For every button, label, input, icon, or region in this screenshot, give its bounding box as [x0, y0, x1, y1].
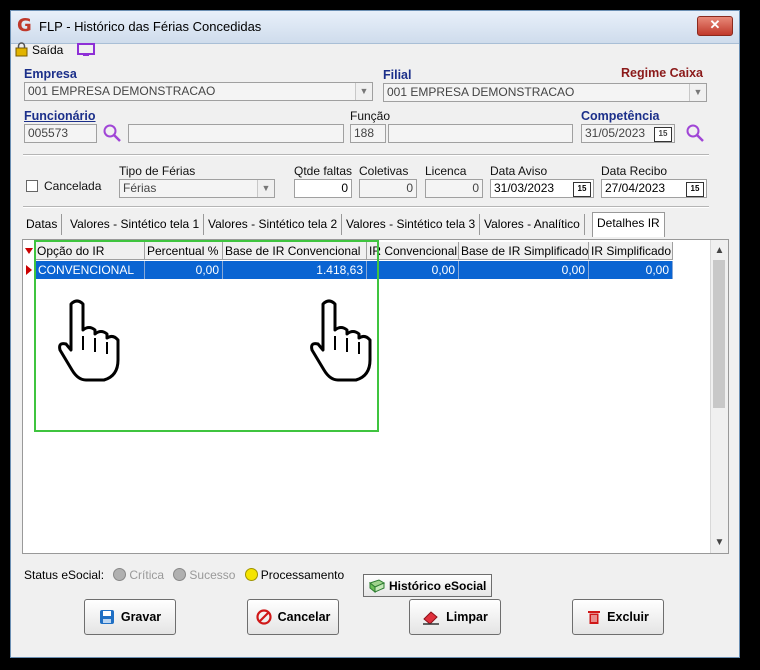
exit-button[interactable]: Saída	[15, 42, 63, 57]
cancelada-checkbox[interactable]	[26, 180, 38, 192]
funcionario-label: Funcionário	[24, 109, 96, 123]
empresa-label: Empresa	[24, 67, 77, 81]
tipo-ferias-label: Tipo de Férias	[119, 164, 196, 178]
funcao-name-field	[388, 124, 573, 143]
tipo-ferias-select[interactable]: Férias ▼	[119, 179, 275, 198]
qtde-faltas-input[interactable]: 0	[294, 179, 352, 198]
divider	[23, 206, 709, 208]
column-header-base-simpl[interactable]: Base de IR Simplificado	[459, 242, 589, 260]
status-label: Status eSocial:	[24, 568, 105, 582]
data-aviso-input[interactable]: 31/03/2023 15	[490, 179, 594, 198]
trash-icon	[588, 611, 601, 624]
save-label: Gravar	[120, 610, 162, 624]
calendar-icon[interactable]: 15	[654, 127, 672, 142]
exit-label: Saída	[32, 42, 64, 57]
cancel-icon	[255, 609, 272, 625]
chevron-up-icon[interactable]: ▲	[711, 242, 728, 259]
status-processamento: Processamento	[260, 568, 345, 582]
historico-esocial-button[interactable]: Histórico eSocial	[363, 574, 493, 597]
filial-value: 001 EMPRESA DEMONSTRACAO	[387, 85, 575, 99]
cell-ir-conv: 0,00	[367, 261, 459, 279]
chevron-down-icon: ▼	[257, 180, 274, 197]
data-aviso-value: 31/03/2023	[494, 181, 555, 195]
cancel-label: Cancelar	[277, 610, 331, 624]
clear-button[interactable]: Limpar	[409, 599, 501, 635]
lock-icon	[15, 42, 28, 57]
window-title: FLP - Histórico das Férias Concedidas	[39, 19, 262, 34]
annotation-highlight-box	[34, 240, 379, 432]
competencia-date-field[interactable]: 31/05/2023 15	[581, 124, 675, 143]
licenca-field: 0	[425, 179, 483, 198]
qtde-faltas-label: Qtde faltas	[294, 164, 353, 178]
status-dot-icon	[244, 568, 258, 581]
competencia-label: Competência	[581, 109, 660, 123]
esocial-status: Status eSocial: Crítica Sucesso Processa…	[24, 568, 344, 582]
column-header-ir-conv[interactable]: IR Convencional	[367, 242, 459, 260]
competencia-value: 31/05/2023	[585, 126, 646, 140]
calendar-icon[interactable]: 15	[573, 182, 591, 197]
delete-button[interactable]: Excluir	[572, 599, 664, 635]
data-aviso-label: Data Aviso	[490, 164, 548, 178]
historico-esocial-label: Histórico eSocial	[389, 578, 487, 593]
title-bar: G FLP - Histórico das Férias Concedidas …	[11, 11, 739, 44]
scrollbar-thumb[interactable]	[713, 260, 725, 408]
cell-ir-simpl: 0,00	[589, 261, 673, 279]
funcao-label: Função	[350, 109, 391, 123]
cell-base-simpl: 0,00	[459, 261, 589, 279]
cancel-button[interactable]: Cancelar	[247, 599, 339, 635]
close-button[interactable]: ✕	[697, 16, 733, 36]
regime-caixa-label: Regime Caixa	[621, 66, 703, 80]
coletivas-label: Coletivas	[359, 164, 409, 178]
data-recibo-input[interactable]: 27/04/2023 15	[601, 179, 707, 198]
save-icon	[99, 610, 114, 624]
filial-select[interactable]: 001 EMPRESA DEMONSTRACAO ▼	[383, 83, 707, 102]
tipo-ferias-value: Férias	[123, 181, 157, 195]
app-logo-icon: G	[17, 15, 32, 36]
cancelada-label: Cancelada	[44, 179, 102, 193]
empresa-value: 001 EMPRESA DEMONSTRACAO	[28, 84, 216, 98]
eraser-icon	[423, 611, 440, 625]
search-icon[interactable]	[102, 123, 122, 143]
delete-label: Excluir	[607, 610, 649, 624]
chevron-down-icon: ▼	[355, 83, 372, 100]
tab-sintetico-2[interactable]: Valores - Sintético tela 2	[204, 214, 343, 235]
calendar-icon[interactable]: 15	[686, 182, 704, 197]
status-dot-icon	[113, 568, 127, 581]
tab-detalhes-ir[interactable]: Detalhes IR	[592, 212, 665, 237]
save-button[interactable]: Gravar	[84, 599, 176, 635]
toolbar: Saída	[15, 42, 96, 57]
licenca-label: Licenca	[425, 164, 467, 178]
status-dot-icon	[173, 568, 187, 581]
empresa-select[interactable]: 001 EMPRESA DEMONSTRACAO ▼	[24, 82, 373, 101]
tab-datas[interactable]: Datas	[22, 214, 63, 235]
chevron-down-icon[interactable]: ▼	[711, 534, 728, 551]
tab-sintetico-3[interactable]: Valores - Sintético tela 3	[342, 214, 481, 235]
vertical-scrollbar[interactable]: ▲ ▼	[710, 240, 728, 553]
divider	[23, 154, 709, 156]
data-recibo-label: Data Recibo	[601, 164, 668, 178]
chevron-down-icon: ▼	[689, 84, 706, 101]
status-critica: Crítica	[129, 568, 165, 582]
column-header-ir-simpl[interactable]: IR Simplificado	[589, 242, 673, 260]
tab-sintetico-1[interactable]: Valores - Sintético tela 1	[66, 214, 205, 235]
search-icon[interactable]	[685, 123, 705, 143]
coletivas-field: 0	[359, 179, 417, 198]
funcionario-code-input[interactable]: 005573	[24, 124, 97, 143]
status-sucesso: Sucesso	[189, 568, 236, 582]
monitor-icon[interactable]	[77, 42, 96, 57]
filial-label: Filial	[383, 68, 412, 82]
tab-analitico[interactable]: Valores - Analítico	[480, 214, 585, 235]
document-icon	[369, 578, 385, 593]
clear-label: Limpar	[446, 610, 488, 624]
funcionario-name-field	[128, 124, 344, 143]
data-recibo-value: 27/04/2023	[605, 181, 666, 195]
funcao-code-field: 188	[350, 124, 386, 143]
